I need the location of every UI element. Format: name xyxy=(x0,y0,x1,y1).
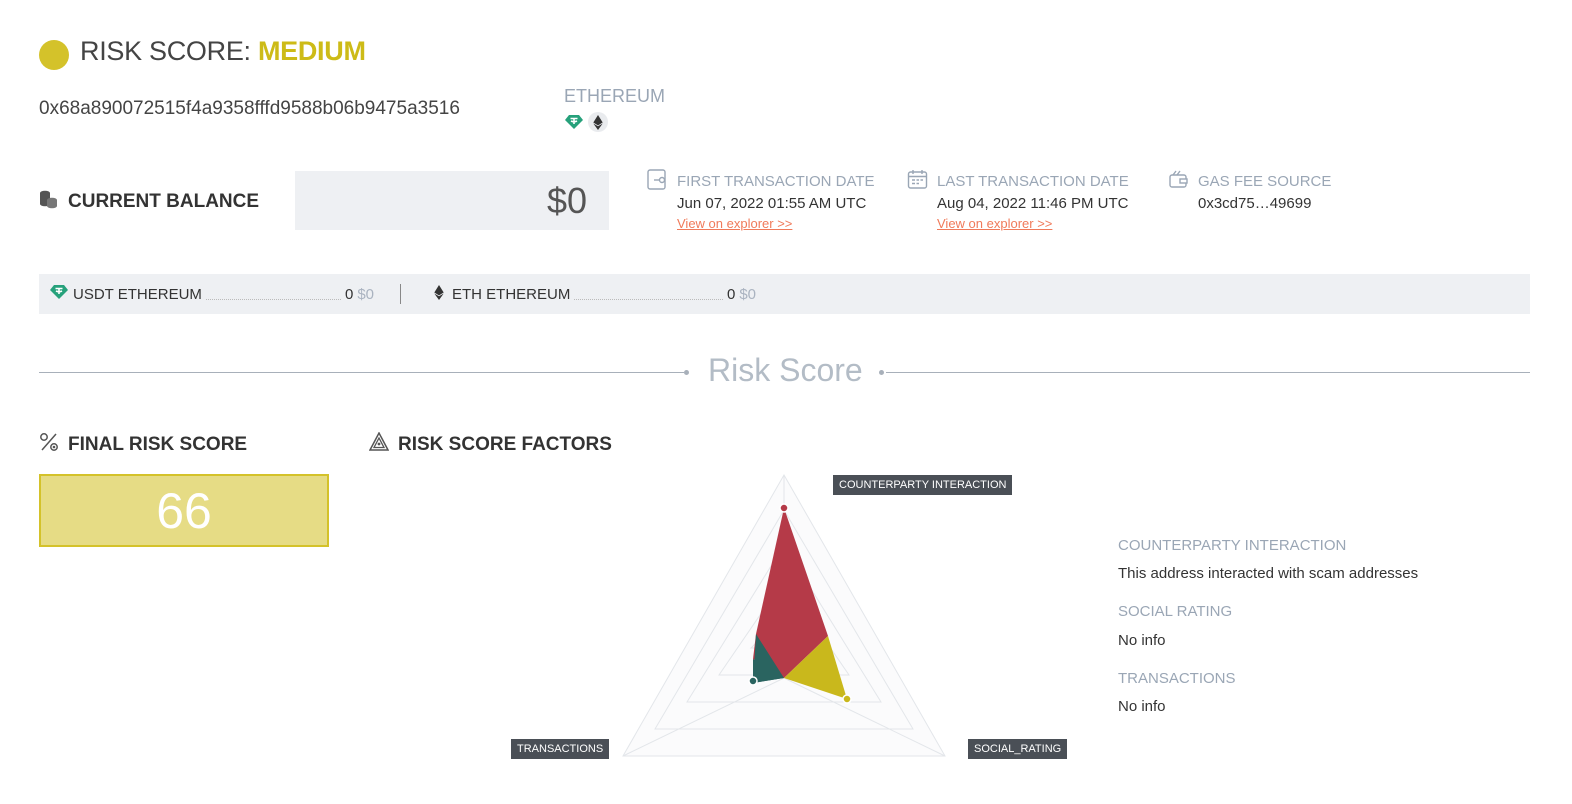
radar-icon xyxy=(368,431,390,458)
risk-factors-label: RISK SCORE FACTORS xyxy=(398,434,612,455)
token-balances-bar: USDT ETHEREUM 0 $0 ETH ETHEREUM 0 $0 xyxy=(39,274,1530,314)
gas-fee-source: GAS FEE SOURCE 0x3cd75…49699 xyxy=(1168,169,1332,212)
axis-label-social-rating: SOCIAL_RATING xyxy=(968,739,1068,759)
risk-factors-header: RISK SCORE FACTORS xyxy=(368,431,612,458)
factor-title: TRANSACTIONS xyxy=(1118,670,1236,687)
risk-level-label: MEDIUM xyxy=(257,36,366,66)
calendar-icon xyxy=(907,169,928,194)
social-rating-point xyxy=(842,694,852,704)
factor-value: This address interacted with scam addres… xyxy=(1118,565,1419,582)
ethereum-icon xyxy=(588,112,608,132)
current-balance-text: CURRENT BALANCE xyxy=(68,191,260,212)
final-risk-score-header: FINAL RISK SCORE xyxy=(39,432,247,458)
token-divider xyxy=(400,284,401,304)
gas-fee-source-label: GAS FEE SOURCE xyxy=(1198,172,1332,190)
risk-level-indicator xyxy=(39,40,69,70)
axis-label-counterparty: COUNTERPARTY INTERACTION xyxy=(833,475,1013,495)
risk-factors-radar-chart xyxy=(622,473,946,757)
last-transaction-explorer-link[interactable]: View on explorer >> xyxy=(937,216,1129,231)
first-transaction-date: Jun 07, 2022 01:55 AM UTC xyxy=(677,195,867,212)
last-transaction: LAST TRANSACTION DATE Aug 04, 2022 11:46… xyxy=(907,169,1129,231)
section-title: Risk Score xyxy=(708,352,863,388)
final-risk-score-label: FINAL RISK SCORE xyxy=(68,434,248,455)
factor-title: COUNTERPARTY INTERACTION xyxy=(1118,537,1347,554)
factor-value: No info xyxy=(1118,632,1166,649)
token-name: ETH ETHEREUM xyxy=(452,285,571,303)
factor-value: No info xyxy=(1118,698,1166,715)
wallet-icon xyxy=(1168,169,1189,194)
chain-name: ETHEREUM xyxy=(564,86,666,106)
divider-dot-right xyxy=(879,370,884,375)
dotted-leader xyxy=(574,289,723,300)
factor-title: SOCIAL RATING xyxy=(1118,603,1233,620)
token-usd-value: $0 xyxy=(739,285,756,303)
final-risk-score-value: 66 xyxy=(39,474,329,547)
transactions-point xyxy=(748,676,758,686)
risk-score-label: RISK SCORE: xyxy=(80,36,251,66)
first-transaction: FIRST TRANSACTION DATE Jun 07, 2022 01:5… xyxy=(647,168,875,231)
last-transaction-label: LAST TRANSACTION DATE xyxy=(937,172,1129,190)
current-balance-value: $0 xyxy=(295,171,609,230)
transaction-icon xyxy=(647,168,668,194)
section-divider: Risk Score xyxy=(39,352,1530,392)
percent-icon xyxy=(39,432,59,458)
token-usd-value: $0 xyxy=(357,285,374,303)
divider-line-right xyxy=(886,372,1530,373)
divider-line-left xyxy=(39,372,684,373)
token-amount: 0 xyxy=(344,285,354,303)
token-item-usdt: USDT ETHEREUM 0 $0 xyxy=(49,274,374,314)
axis-label-transactions: TRANSACTIONS xyxy=(511,739,610,759)
first-transaction-explorer-link[interactable]: View on explorer >> xyxy=(677,216,875,231)
coins-icon xyxy=(39,189,59,215)
divider-dot-left xyxy=(684,370,689,375)
chain-icons xyxy=(564,112,608,132)
wallet-address: 0x68a890072515f4a9358fffd9588b06b9475a35… xyxy=(39,98,460,119)
counterparty-point xyxy=(779,503,789,513)
current-balance-label: CURRENT BALANCE xyxy=(39,189,259,215)
token-item-eth: ETH ETHEREUM 0 $0 xyxy=(434,274,756,314)
token-name: USDT ETHEREUM xyxy=(73,285,202,303)
last-transaction-date: Aug 04, 2022 11:46 PM UTC xyxy=(937,195,1129,212)
gas-fee-source-address: 0x3cd75…49699 xyxy=(1198,195,1312,212)
ethereum-icon xyxy=(434,284,444,304)
tether-icon xyxy=(564,112,584,132)
risk-score-heading: RISK SCORE: MEDIUM xyxy=(80,36,366,67)
dotted-leader xyxy=(205,289,341,300)
tether-icon xyxy=(49,284,69,304)
first-transaction-label: FIRST TRANSACTION DATE xyxy=(677,172,875,190)
token-amount: 0 xyxy=(726,285,736,303)
